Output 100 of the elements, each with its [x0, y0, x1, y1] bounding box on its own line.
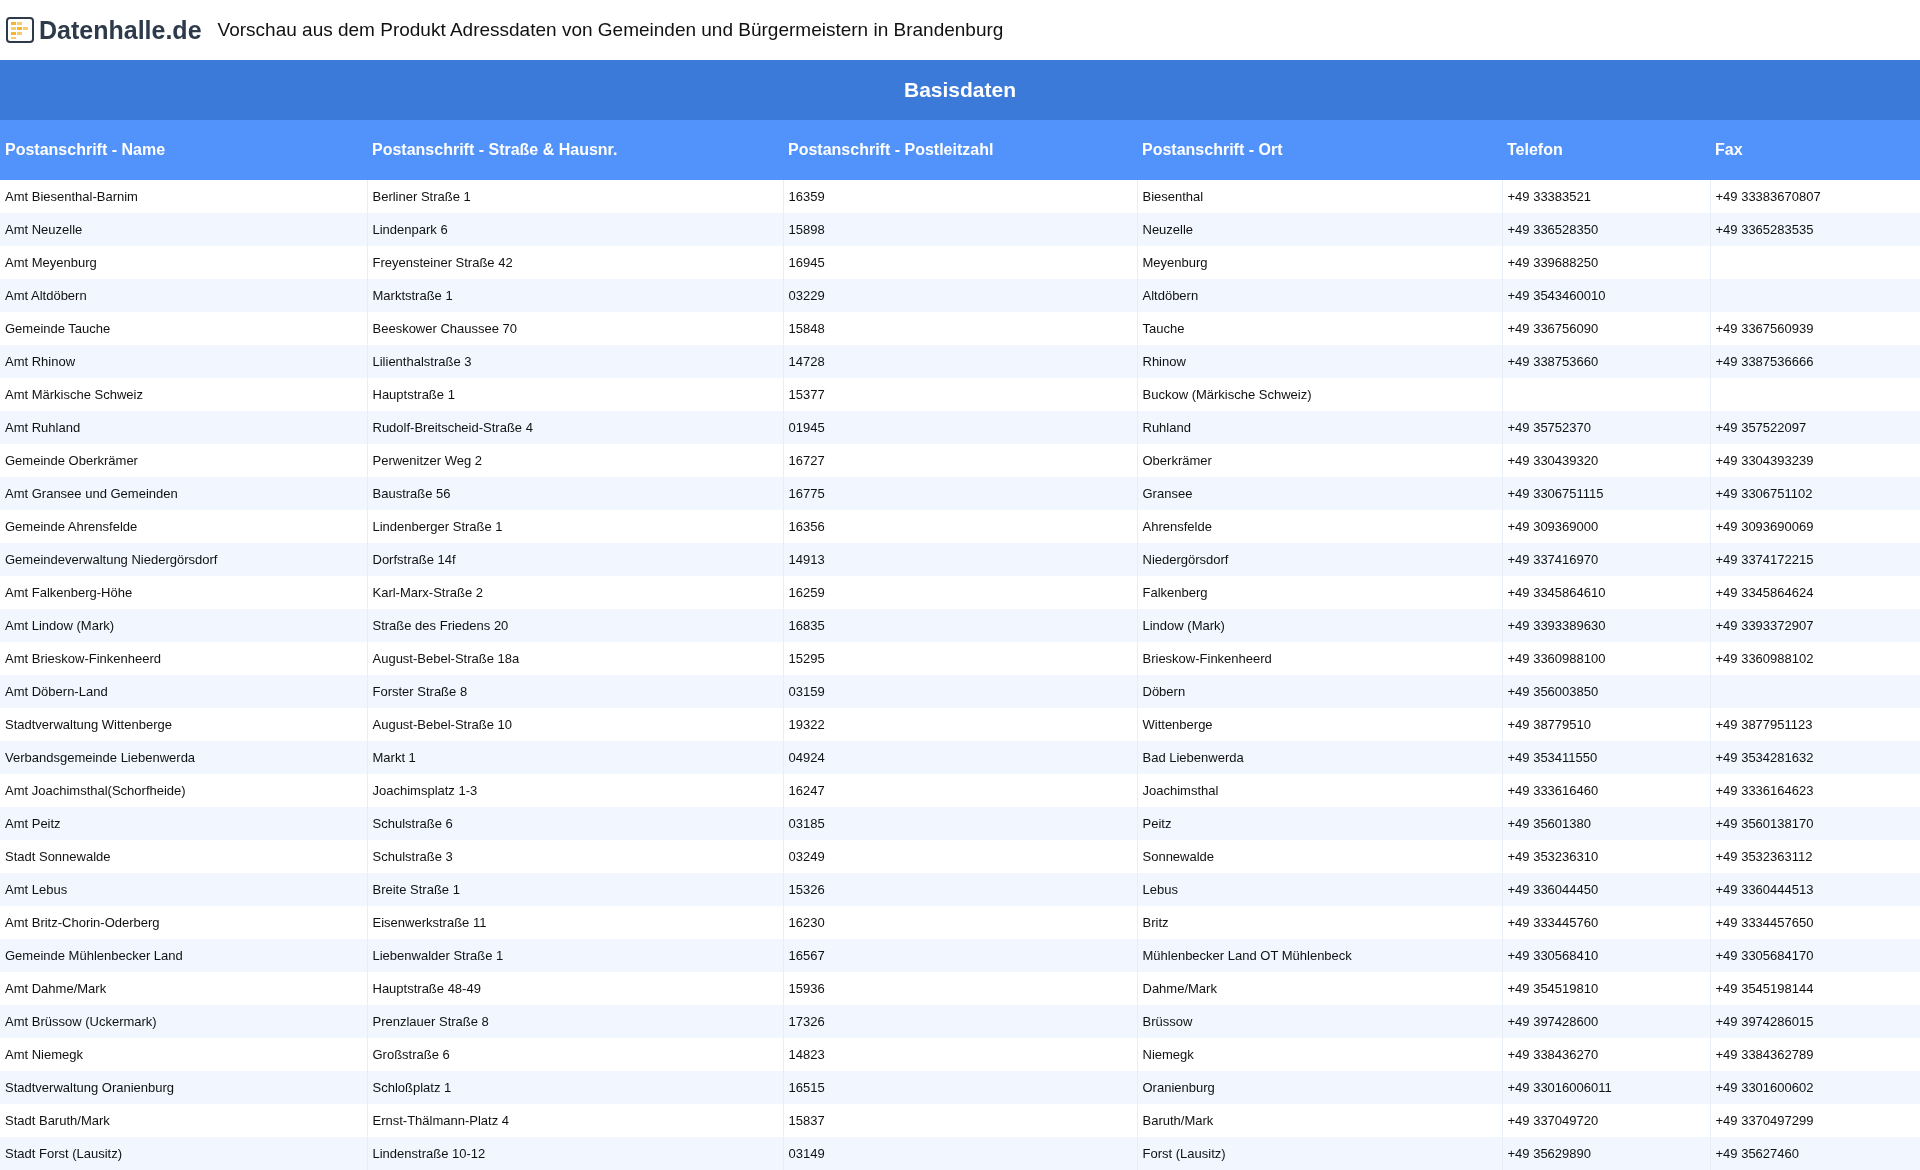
logo-text[interactable]: Datenhalle.de [39, 15, 202, 45]
table-cell: 01945 [783, 411, 1137, 444]
table-cell: 14913 [783, 543, 1137, 576]
table-cell: +49 35627460 [1710, 1137, 1920, 1170]
table-cell: Amt Gransee und Gemeinden [0, 477, 367, 510]
table-cell: Verbandsgemeinde Liebenwerda [0, 741, 367, 774]
table-cell: +49 3374172215 [1710, 543, 1920, 576]
table-cell: Amt Britz-Chorin-Oderberg [0, 906, 367, 939]
table-cell: +49 3560138170 [1710, 807, 1920, 840]
table-cell: +49 338753660 [1502, 345, 1710, 378]
table-cell: Amt Niemegk [0, 1038, 367, 1071]
table-cell: Lebus [1137, 873, 1502, 906]
table-cell: Gransee [1137, 477, 1502, 510]
table-cell: Amt Märkische Schweiz [0, 378, 367, 411]
table-cell: Schloßplatz 1 [367, 1071, 783, 1104]
logo-icon [5, 15, 35, 45]
table-cell: Gemeinde Oberkrämer [0, 444, 367, 477]
table-cell: +49 330568410 [1502, 939, 1710, 972]
table-cell: +49 3305684170 [1710, 939, 1920, 972]
table-cell: Amt Brieskow-Finkenheerd [0, 642, 367, 675]
table-cell: Amt Lindow (Mark) [0, 609, 367, 642]
table-cell: 16567 [783, 939, 1137, 972]
table-cell: Ruhland [1137, 411, 1502, 444]
table-cell: Lindenstraße 10-12 [367, 1137, 783, 1170]
table-cell: Amt Altdöbern [0, 279, 367, 312]
table-cell: Dorfstraße 14f [367, 543, 783, 576]
table-cell: Lilienthalstraße 3 [367, 345, 783, 378]
table-cell: Mühlenbecker Land OT Mühlenbeck [1137, 939, 1502, 972]
table-cell: +49 3393389630 [1502, 609, 1710, 642]
table-cell: +49 3360444513 [1710, 873, 1920, 906]
table-cell: Bad Liebenwerda [1137, 741, 1502, 774]
table-cell: 03229 [783, 279, 1137, 312]
table-cell: Liebenwalder Straße 1 [367, 939, 783, 972]
table-cell: +49 356003850 [1502, 675, 1710, 708]
table-cell: 16835 [783, 609, 1137, 642]
table-cell: 03159 [783, 675, 1137, 708]
table-cell: Amt Falkenberg-Höhe [0, 576, 367, 609]
table-cell: +49 336044450 [1502, 873, 1710, 906]
table-cell: Amt Rhinow [0, 345, 367, 378]
table-cell: +49 35601380 [1502, 807, 1710, 840]
table-cell: Gemeindeverwaltung Niedergörsdorf [0, 543, 367, 576]
table-cell: 14728 [783, 345, 1137, 378]
table-cell: Stadt Baruth/Mark [0, 1104, 367, 1137]
table-cell: Gemeinde Ahrensfelde [0, 510, 367, 543]
table-cell: Amt Brüssow (Uckermark) [0, 1005, 367, 1038]
table-cell: Altdöbern [1137, 279, 1502, 312]
table-cell: Amt Ruhland [0, 411, 367, 444]
table-cell: Lindenpark 6 [367, 213, 783, 246]
table-cell: 15898 [783, 213, 1137, 246]
table-cell: Amt Meyenburg [0, 246, 367, 279]
table-cell: Amt Biesenthal-Barnim [0, 180, 367, 213]
table-cell: +49 3543460010 [1502, 279, 1710, 312]
table-cell: 03149 [783, 1137, 1137, 1170]
table-cell: Breite Straße 1 [367, 873, 783, 906]
column-header: Postanschrift - Name [0, 120, 367, 180]
table-cell: +49 397428600 [1502, 1005, 1710, 1038]
table-cell: 04924 [783, 741, 1137, 774]
table-cell: Amt Joachimsthal(Schorfheide) [0, 774, 367, 807]
table-cell: Forster Straße 8 [367, 675, 783, 708]
table-cell: +49 3301600602 [1710, 1071, 1920, 1104]
table-cell: Forst (Lausitz) [1137, 1137, 1502, 1170]
table-cell: Amt Döbern-Land [0, 675, 367, 708]
table-cell: Döbern [1137, 675, 1502, 708]
table-cell: Amt Lebus [0, 873, 367, 906]
table-cell: +49 357522097 [1710, 411, 1920, 444]
table-cell: Stadt Sonnewalde [0, 840, 367, 873]
table-cell: Baustraße 56 [367, 477, 783, 510]
column-header: Fax [1710, 120, 1920, 180]
table-cell: +49 337416970 [1502, 543, 1710, 576]
table-cell: +49 3306751115 [1502, 477, 1710, 510]
table-cell: Stadtverwaltung Oranienburg [0, 1071, 367, 1104]
table-cell: +49 336528350 [1502, 213, 1710, 246]
column-header: Postanschrift - Ort [1137, 120, 1502, 180]
table-cell: Markt 1 [367, 741, 783, 774]
column-header: Postanschrift - Straße & Hausnr. [367, 120, 783, 180]
table-cell: 16515 [783, 1071, 1137, 1104]
table-cell: +49 3365283535 [1710, 213, 1920, 246]
table-cell: Gemeinde Tauche [0, 312, 367, 345]
table-cell: Amt Dahme/Mark [0, 972, 367, 1005]
table-cell: +49 3306751102 [1710, 477, 1920, 510]
table-cell: Prenzlauer Straße 8 [367, 1005, 783, 1038]
table-cell: Peitz [1137, 807, 1502, 840]
table-cell: +49 33016006011 [1502, 1071, 1710, 1104]
table-cell: +49 3534281632 [1710, 741, 1920, 774]
table-cell: 03185 [783, 807, 1137, 840]
column-header: Postanschrift - Postleitzahl [783, 120, 1137, 180]
table-cell: Niedergörsdorf [1137, 543, 1502, 576]
table-cell: 16775 [783, 477, 1137, 510]
page-title: Vorschau aus dem Produkt Adressdaten von Gemeinden und Bürgermeistern in Brandenburg [217, 19, 1004, 41]
table-cell: Rudolf-Breitscheid-Straße 4 [367, 411, 783, 444]
table-cell: Stadtverwaltung Wittenberge [0, 708, 367, 741]
table-cell: Marktstraße 1 [367, 279, 783, 312]
table-cell: +49 353411550 [1502, 741, 1710, 774]
column-header: Telefon [1502, 120, 1710, 180]
table-cell: 17326 [783, 1005, 1137, 1038]
table-cell: Rhinow [1137, 345, 1502, 378]
table-cell: +49 35629890 [1502, 1137, 1710, 1170]
table-cell: Amt Peitz [0, 807, 367, 840]
table-cell: Straße des Friedens 20 [367, 609, 783, 642]
table-cell: 15326 [783, 873, 1137, 906]
